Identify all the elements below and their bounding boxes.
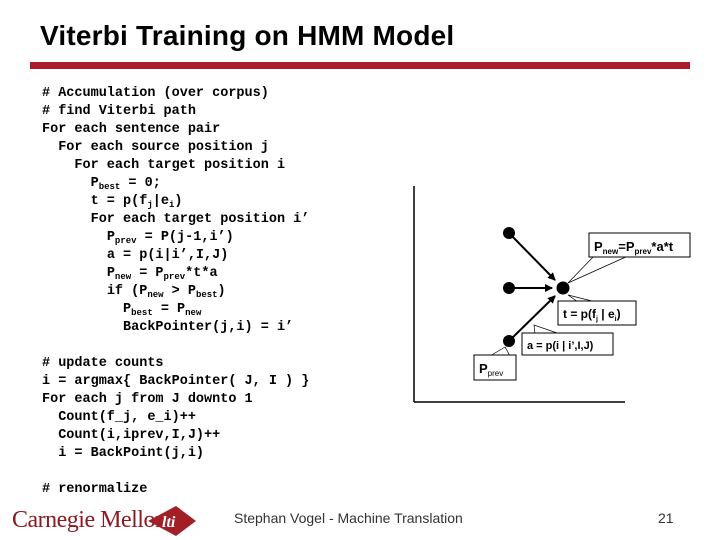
lti-logo-icon: lti — [148, 506, 196, 536]
transition-arrow-top — [508, 232, 556, 281]
callout-a-text: a = p(i | i’,I,J) — [527, 340, 594, 352]
callout-t-text: t = p(fj | ei) — [563, 307, 621, 323]
carnegie-mellon-logo: Carnegie Mellon — [12, 507, 167, 533]
svg-text:lti: lti — [162, 514, 176, 531]
node-prev-top — [503, 227, 515, 239]
viterbi-trellis-diagram: Pnew=Pprev*a*t t = p(fj | ei) a = p(i | … — [413, 186, 691, 403]
node-prev-bottom — [503, 335, 515, 347]
node-current — [556, 281, 570, 295]
callout-pointer-p-new — [567, 255, 629, 284]
node-prev-middle — [503, 282, 515, 294]
footer-author: Stephan Vogel - Machine Translation — [234, 510, 463, 526]
page-number: 21 — [658, 510, 674, 526]
